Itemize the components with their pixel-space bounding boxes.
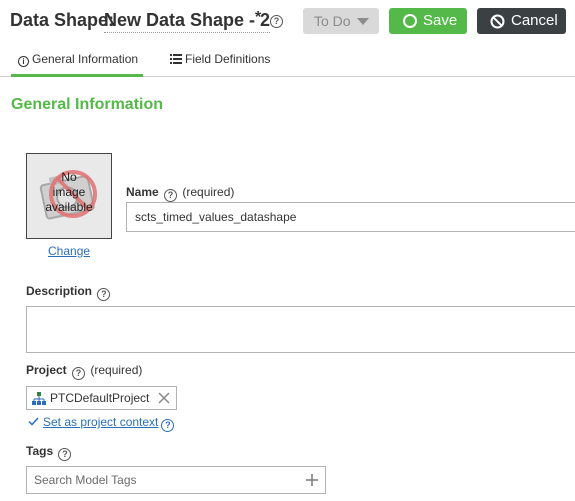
- description-label-row: Description ?: [26, 284, 112, 301]
- save-label: Save: [423, 12, 458, 29]
- tags-label-row: Tags ?: [26, 444, 73, 461]
- tab-bar: i General Information Field Definitions: [0, 44, 575, 77]
- ban-icon: [490, 14, 505, 29]
- tags-search-input[interactable]: Search Model Tags: [26, 466, 326, 494]
- close-icon[interactable]: [158, 392, 170, 404]
- caret-down-icon: [357, 18, 369, 25]
- help-icon[interactable]: ?: [97, 288, 111, 301]
- tab-label: General Information: [32, 52, 139, 66]
- cancel-button[interactable]: Cancel: [477, 8, 566, 34]
- entity-type-label: Data Shape:: [10, 10, 115, 30]
- help-icon[interactable]: ?: [72, 367, 86, 380]
- plus-icon[interactable]: [305, 473, 319, 487]
- entity-name-title[interactable]: New Data Shape - 2: [104, 10, 271, 33]
- project-label: Project: [26, 363, 67, 377]
- project-icon: [32, 392, 46, 405]
- check-icon: [28, 417, 39, 426]
- required-text: (required): [90, 363, 143, 377]
- name-field[interactable]: scts_timed_values_datashape: [126, 202, 575, 232]
- save-button[interactable]: Save: [389, 8, 467, 34]
- tab-field-definitions[interactable]: Field Definitions: [165, 44, 285, 77]
- tab-general-information[interactable]: i General Information: [11, 44, 143, 77]
- list-icon: [170, 54, 182, 64]
- name-label: Name: [126, 185, 159, 199]
- name-label-row: Name ? (required): [126, 185, 234, 202]
- tab-label: Field Definitions: [185, 52, 271, 66]
- set-context-link[interactable]: Set as project context: [43, 415, 158, 429]
- project-chip[interactable]: PTCDefaultProject: [26, 386, 177, 410]
- state-dropdown-button[interactable]: To Do: [303, 8, 379, 34]
- set-project-context: Set as project context?: [28, 415, 175, 432]
- help-icon[interactable]: ?: [58, 448, 72, 461]
- project-value: PTCDefaultProject: [50, 391, 150, 405]
- change-image-link[interactable]: Change: [48, 244, 90, 258]
- circle-icon: [403, 14, 417, 28]
- description-label: Description: [26, 284, 93, 298]
- tags-label: Tags: [26, 444, 54, 458]
- section-title: General Information: [11, 96, 164, 113]
- unsaved-marker: *: [255, 9, 262, 26]
- description-field[interactable]: [26, 306, 575, 353]
- help-icon[interactable]: ?: [164, 189, 178, 202]
- help-icon[interactable]: ?: [270, 15, 283, 28]
- header: Data Shape: New Data Shape - 2 * ? To Do…: [0, 0, 575, 44]
- cancel-label: Cancel: [511, 12, 558, 29]
- image-placeholder: No image available: [26, 153, 112, 239]
- state-label: To Do: [314, 13, 351, 29]
- project-label-row: Project ? (required): [26, 363, 142, 380]
- no-image-text: No image available: [45, 170, 93, 214]
- help-icon[interactable]: ?: [161, 419, 175, 432]
- required-text: (required): [182, 185, 235, 199]
- info-icon: i: [18, 56, 29, 67]
